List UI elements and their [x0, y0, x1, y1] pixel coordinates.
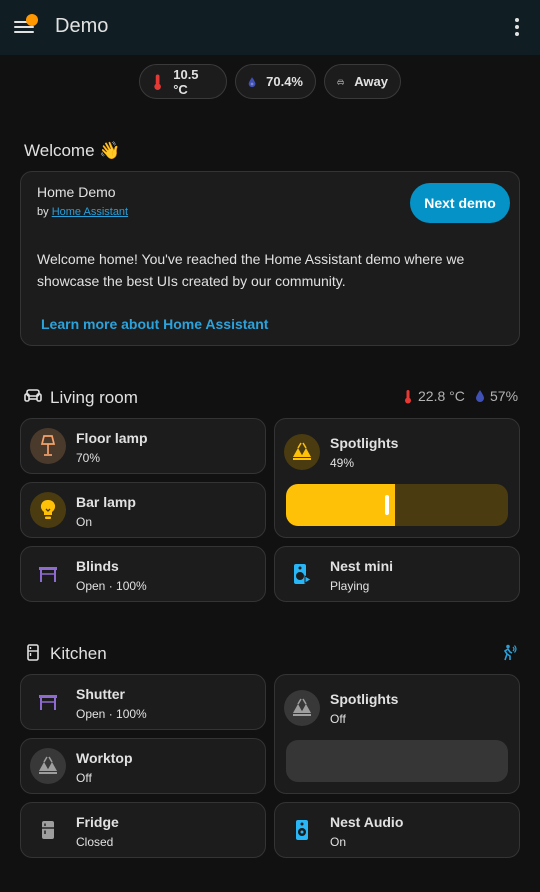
- welcome-card: Home Demo by Home Assistant Next demo We…: [20, 171, 520, 346]
- blinds-name: Blinds: [76, 558, 119, 574]
- car-icon: [337, 79, 344, 85]
- welcome-body: Welcome home! You've reached the Home As…: [37, 251, 465, 289]
- kitchen-spotlights-brightness-slider[interactable]: [286, 740, 508, 782]
- tile-nest-mini[interactable]: Nest mini Playing: [274, 546, 520, 602]
- fridge-state: Closed: [76, 835, 114, 849]
- more-options-icon[interactable]: [508, 16, 526, 38]
- next-demo-button[interactable]: Next demo: [410, 183, 510, 223]
- worktop-state: Off: [76, 771, 92, 785]
- nest-mini-icon-badge[interactable]: [284, 556, 320, 592]
- learn-more-link[interactable]: Learn more about Home Assistant: [41, 316, 268, 332]
- floor-lamp-name: Floor lamp: [76, 430, 148, 446]
- welcome-heading: Welcome 👋: [24, 141, 121, 160]
- living-room-humidity[interactable]: 57%: [475, 388, 518, 404]
- tile-living-spotlights[interactable]: Spotlights 49%: [274, 418, 520, 538]
- living-room-temperature[interactable]: 22.8 °C: [403, 388, 465, 404]
- tile-kitchen-spotlights[interactable]: Spotlights Off: [274, 674, 520, 794]
- floor-lamp-icon: [40, 435, 56, 456]
- author-link[interactable]: Home Assistant: [52, 206, 128, 218]
- nest-mini-state: Playing: [330, 579, 370, 593]
- window-shutter-open-icon: [39, 567, 57, 582]
- menu-icon-line: [14, 26, 34, 28]
- fridge-icon-badge[interactable]: [30, 812, 66, 848]
- humidity-badge[interactable]: 70.4%: [235, 64, 316, 99]
- floor-lamp-icon-badge[interactable]: [30, 428, 66, 464]
- ceiling-light-icon: [293, 698, 311, 716]
- floor-lamp-state: 70%: [76, 451, 101, 465]
- welcome-card-title: Home Demo: [37, 184, 116, 200]
- presence-badge-label: Away: [354, 74, 388, 89]
- kitchen-spotlights-icon-badge[interactable]: [284, 690, 320, 726]
- kitchen-spotlights-name: Spotlights: [330, 691, 399, 707]
- water-drop-icon: [476, 390, 484, 402]
- worktop-icon-badge[interactable]: [30, 748, 66, 784]
- menu-button[interactable]: [10, 12, 40, 42]
- bar-lamp-icon-badge[interactable]: [30, 492, 66, 528]
- living-spotlights-icon-badge[interactable]: [284, 434, 320, 470]
- speaker-play-icon: [294, 564, 312, 584]
- lightbulb-icon: [40, 499, 56, 519]
- temperature-badge-label: 10.5 °C: [173, 66, 199, 97]
- humidity-badge-label: 70.4%: [266, 74, 303, 89]
- tile-worktop[interactable]: Worktop Off: [20, 738, 266, 794]
- fridge-icon: [42, 821, 54, 839]
- welcome-card-byline: by Home Assistant: [37, 206, 128, 218]
- thermometer-icon: [405, 389, 411, 403]
- tile-fridge[interactable]: Fridge Closed: [20, 802, 266, 858]
- shutter-state: Open · 100%: [76, 707, 147, 721]
- living-room-title: Living room: [50, 388, 138, 407]
- kitchen-title: Kitchen: [50, 644, 107, 663]
- slider-fill: [286, 484, 395, 526]
- water-drop-icon: [248, 76, 256, 87]
- nest-audio-icon-badge[interactable]: [284, 812, 320, 848]
- tile-shutter[interactable]: Shutter Open · 100%: [20, 674, 266, 730]
- presence-badge[interactable]: Away: [324, 64, 401, 99]
- blinds-icon-badge[interactable]: [30, 556, 66, 592]
- shutter-name: Shutter: [76, 686, 125, 702]
- bar-lamp-state: On: [76, 515, 93, 529]
- ceiling-light-icon: [39, 756, 57, 774]
- nest-mini-name: Nest mini: [330, 558, 394, 574]
- living-spotlights-name: Spotlights: [330, 435, 399, 451]
- living-room-temperature-value: 22.8 °C: [418, 388, 465, 404]
- nest-audio-state: On: [330, 835, 347, 849]
- menu-icon-line: [14, 31, 34, 33]
- byline-prefix: by: [37, 206, 49, 218]
- window-shutter-open-icon: [39, 695, 57, 710]
- living-spotlights-brightness-slider[interactable]: [286, 484, 508, 526]
- motion-sensor-icon[interactable]: [501, 644, 517, 661]
- bar-lamp-name: Bar lamp: [76, 494, 136, 510]
- sofa-icon: [24, 389, 42, 402]
- living-room-humidity-value: 57%: [490, 388, 519, 404]
- thermometer-icon: [154, 74, 161, 90]
- ceiling-light-icon: [293, 442, 311, 460]
- slider-handle[interactable]: [385, 495, 389, 515]
- fridge-icon: [27, 644, 39, 661]
- kitchen-spotlights-state: Off: [330, 712, 346, 726]
- temperature-badge[interactable]: 10.5 °C: [139, 64, 227, 99]
- tile-nest-audio[interactable]: Nest Audio On: [274, 802, 520, 858]
- app-bar: Demo: [0, 0, 540, 55]
- worktop-name: Worktop: [76, 750, 133, 766]
- shutter-icon-badge[interactable]: [30, 684, 66, 720]
- speaker-icon: [296, 820, 308, 840]
- fridge-name: Fridge: [76, 814, 119, 830]
- living-spotlights-state: 49%: [330, 456, 355, 470]
- app-title: Demo: [55, 15, 109, 37]
- blinds-state: Open · 100%: [76, 579, 147, 593]
- tile-bar-lamp[interactable]: Bar lamp On: [20, 482, 266, 538]
- notification-dot: [26, 14, 38, 26]
- nest-audio-name: Nest Audio: [330, 814, 404, 830]
- tile-floor-lamp[interactable]: Floor lamp 70%: [20, 418, 266, 474]
- tile-blinds[interactable]: Blinds Open · 100%: [20, 546, 266, 602]
